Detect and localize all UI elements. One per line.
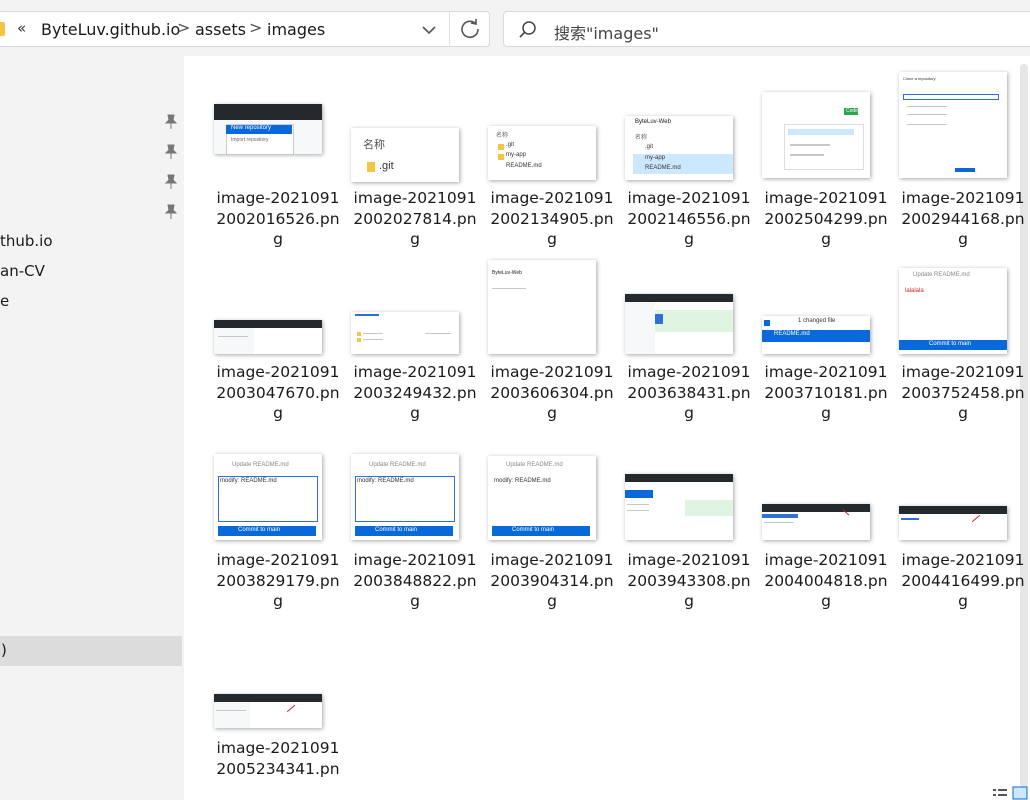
file-name: image-20210912003047670.png — [216, 363, 340, 422]
file-name: image-20210912002134905.png — [490, 189, 614, 248]
file-name: image-20210912003606304.png — [490, 363, 614, 422]
file-name: image-20210912003710181.png — [764, 363, 888, 422]
file-thumbnail — [214, 320, 322, 354]
file-thumbnail: Update README.md modify: README.md Commi… — [351, 454, 459, 540]
file-thumbnail: 名称 .git my-app README.md — [488, 126, 596, 180]
file-name: image-20210912003943308.png — [627, 551, 751, 610]
search-box[interactable]: 搜索"images" — [503, 11, 1030, 47]
chevron-down-icon[interactable] — [417, 19, 441, 41]
nav-item-drive-label: :) — [0, 641, 7, 659]
breadcrumb-overflow-icon[interactable]: « — [17, 19, 26, 37]
breadcrumb-images[interactable]: images — [267, 20, 325, 39]
pin-icon[interactable] — [164, 114, 178, 130]
file-thumbnail: ByteLuv-Web 名称 .git my-app README.md — [625, 116, 733, 180]
file-thumbnail — [351, 312, 459, 354]
file-thumbnail: Update README.md modify: README.md Commi… — [488, 456, 596, 540]
file-name: image-20210912003638431.png — [627, 363, 751, 422]
refresh-icon[interactable] — [457, 16, 483, 42]
vertical-scrollbar[interactable] — [1020, 64, 1028, 788]
view-mode-buttons — [990, 786, 1030, 800]
pin-icon[interactable] — [164, 144, 178, 160]
file-name: image-20210912004416499.png — [901, 551, 1025, 610]
breadcrumb-separator[interactable]: > — [177, 18, 190, 37]
file-thumbnail: Code — [762, 92, 870, 178]
search-input[interactable]: 搜索"images" — [554, 20, 659, 44]
file-thumbnail — [625, 474, 733, 540]
file-thumbnail: ByteLuv-Web — [488, 260, 596, 354]
search-icon — [519, 21, 536, 38]
file-thumbnail — [214, 694, 322, 728]
file-name: image-20210912003829179.png — [216, 551, 340, 610]
file-name: image-20210912003848822.png — [353, 551, 477, 610]
file-name: image-20210912002016526.png — [216, 189, 340, 248]
folder-icon — [0, 22, 5, 36]
pin-icon[interactable] — [164, 174, 178, 190]
pin-icon[interactable] — [164, 204, 178, 220]
file-name: image-20210912002027814.png — [353, 189, 477, 248]
breadcrumb-assets[interactable]: assets — [195, 20, 246, 39]
address-bar[interactable]: « ByteLuv.github.io > assets > images — [0, 11, 490, 47]
nav-item-drive-selected[interactable]: :) — [0, 636, 182, 666]
file-thumbnail: Update README.md lalalala Commit to main — [899, 268, 1007, 354]
file-name: image-20210912002944168.png — [901, 189, 1025, 248]
file-thumbnail — [762, 504, 870, 540]
file-name: image-20210912002146556.png — [627, 189, 751, 248]
large-icons-view-icon[interactable] — [1012, 786, 1028, 800]
file-thumbnail: Clone a repository — [899, 72, 1007, 178]
file-thumbnail: New repository Import repository — [214, 104, 322, 154]
file-name: image-20210912004004818.png — [764, 551, 888, 610]
navigation-pane: thub.io an-CV e :) — [0, 58, 184, 800]
file-name: image-20210912002504299.png — [764, 189, 888, 248]
divider — [449, 12, 450, 46]
file-name: image-20210912005234341.pn — [216, 739, 340, 778]
nav-item-github-io[interactable]: thub.io — [0, 232, 53, 250]
file-thumbnail: 1 changed file README.md — [762, 316, 870, 354]
top-bar: « ByteLuv.github.io > assets > images 搜索… — [0, 0, 1030, 58]
nav-item-cv[interactable]: an-CV — [0, 262, 45, 280]
breadcrumb-byteluv[interactable]: ByteLuv.github.io — [41, 20, 180, 39]
file-name: image-20210912003752458.png — [901, 363, 1025, 422]
file-thumbnail: 名称 .git — [351, 128, 459, 182]
details-view-icon[interactable] — [992, 786, 1008, 800]
file-thumbnail — [899, 506, 1007, 540]
file-name: image-20210912003904314.png — [490, 551, 614, 610]
file-name: image-20210912003249432.png — [353, 363, 477, 422]
breadcrumb-separator[interactable]: > — [249, 18, 262, 37]
file-thumbnail: Update README.md modify: README.md Commi… — [214, 454, 322, 540]
nav-item-e[interactable]: e — [0, 292, 9, 310]
file-thumbnail — [625, 294, 733, 354]
